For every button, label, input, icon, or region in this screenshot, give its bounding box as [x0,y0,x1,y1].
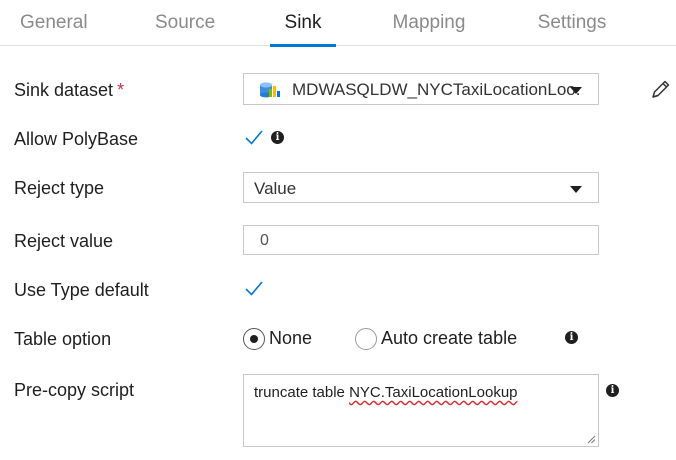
use-type-default-label: Use Type default [14,280,149,300]
tab-settings[interactable]: Settings [537,12,607,46]
sink-dataset-label: Sink dataset * [14,80,124,101]
resize-grip-icon[interactable] [586,434,596,444]
reject-type-value: Value [254,179,297,198]
table-option-auto-create-radio[interactable] [355,328,377,350]
sink-settings-panel: General Source Sink Mapping Settings Sin… [0,0,676,460]
pre-copy-script-table-name: NYC.TaxiLocationLookup [349,384,518,401]
tab-sink[interactable]: Sink [270,12,336,47]
use-type-default-checkbox[interactable] [243,278,265,300]
pre-copy-script-textarea[interactable]: truncate table NYC.TaxiLocationLookup [243,374,599,447]
pre-copy-script-label: Pre-copy script [14,380,135,400]
pre-copy-script-prefix: truncate table [254,384,350,401]
sink-dataset-value: MDWASQLDW_NYCTaxiLocationLoo... [292,80,582,99]
tab-general-label: General [20,12,88,33]
info-icon[interactable]: i [271,131,284,144]
sink-dataset-label-text: Sink dataset [14,80,114,100]
allow-polybase-checkbox[interactable] [243,127,265,149]
tab-mapping[interactable]: Mapping [390,12,468,46]
reject-type-dropdown[interactable]: Value [243,172,599,203]
table-option-label: Table option [14,329,112,349]
tab-bar: General Source Sink Mapping Settings [0,0,676,47]
tab-sink-label: Sink [284,12,322,33]
reject-value-input[interactable]: 0 [243,225,599,255]
tab-source-label: Source [155,12,216,33]
edit-pencil-icon[interactable] [649,77,673,101]
pre-copy-script-value: truncate table NYC.TaxiLocationLookup [254,384,518,401]
tab-mapping-label: Mapping [392,12,466,33]
sink-dataset-dropdown[interactable]: MDWASQLDW_NYCTaxiLocationLoo... [243,73,599,105]
allow-polybase-label: Allow PolyBase [14,129,139,149]
reject-type-label: Reject type [14,178,105,198]
chevron-down-icon [570,186,582,193]
reject-value-label: Reject value [14,231,114,251]
info-icon[interactable]: i [606,384,619,397]
info-icon[interactable]: i [565,331,578,344]
active-tab-indicator [270,44,336,47]
tab-source[interactable]: Source [155,12,215,46]
required-marker: * [117,80,125,100]
tab-general[interactable]: General [20,12,88,46]
table-option-auto-create-label[interactable]: Auto create table [381,328,517,349]
tab-settings-label: Settings [537,12,607,33]
table-option-none-radio[interactable] [243,328,265,350]
table-option-none-label[interactable]: None [269,328,312,349]
sql-datawarehouse-icon [260,82,280,98]
chevron-down-icon [570,87,582,94]
reject-value-text: 0 [260,232,269,249]
